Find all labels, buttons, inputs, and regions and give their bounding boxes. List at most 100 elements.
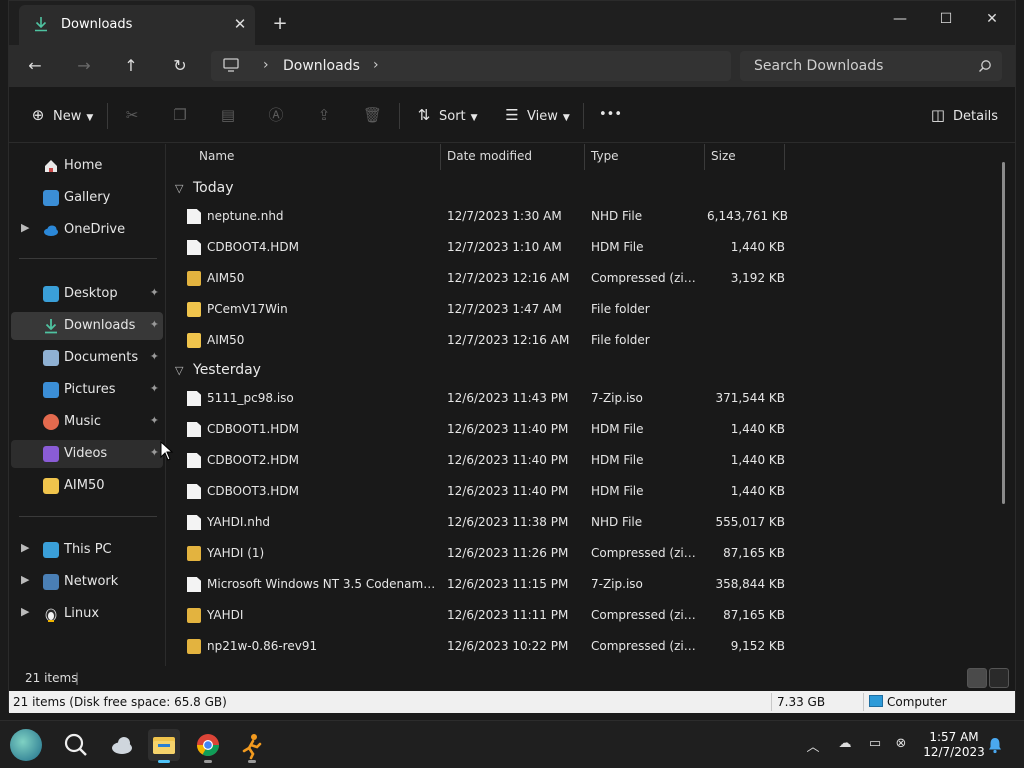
group-header-today[interactable]: ▽ Today — [175, 180, 234, 196]
file-row[interactable]: YAHDI (1) 12/6/2023 11:26 PM Compressed … — [167, 538, 787, 568]
clock-date: 12/7/2023 — [923, 745, 985, 759]
group-header-yesterday[interactable]: ▽ Yesterday — [175, 362, 261, 378]
details-view-toggle[interactable] — [967, 668, 987, 688]
more-options-button[interactable]: ••• — [599, 103, 622, 127]
nav-item-music[interactable]: Music ✦ — [11, 408, 163, 436]
file-row[interactable]: CDBOOT2.HDM 12/6/2023 11:40 PM HDM File … — [167, 445, 787, 475]
widgets-button[interactable] — [106, 729, 138, 761]
delete-button[interactable]: 🗑 — [363, 103, 387, 127]
file-explorer-taskbar-button[interactable] — [148, 729, 180, 763]
tiles-view-toggle[interactable] — [989, 668, 1009, 688]
search-button[interactable] — [60, 729, 92, 761]
nav-item-this-pc[interactable]: ▶ This PC — [11, 536, 163, 564]
nav-label: Videos — [64, 446, 108, 461]
details-pane-button[interactable]: ◫ Details — [929, 103, 998, 127]
file-row[interactable]: CDBOOT4.HDM 12/7/2023 1:10 AM HDM File 1… — [167, 232, 787, 262]
start-button-icon[interactable] — [10, 729, 42, 761]
nav-item-onedrive[interactable]: ▶ OneDrive — [11, 216, 163, 244]
up-button[interactable]: ↑ — [118, 54, 144, 78]
column-date-modified[interactable]: Date modified — [447, 149, 532, 163]
clock[interactable]: 1:57 AM 12/7/2023 — [922, 730, 986, 760]
share-button[interactable]: ⇪ — [315, 103, 339, 127]
new-button[interactable]: ⊕ New ▼ — [29, 103, 94, 127]
file-row[interactable]: CDBOOT1.HDM 12/6/2023 11:40 PM HDM File … — [167, 414, 787, 444]
cloud-icon — [43, 222, 59, 238]
running-indicator — [204, 760, 212, 763]
file-row[interactable]: neptune.nhd 12/7/2023 1:30 AM NHD File 6… — [167, 201, 788, 231]
network-icon[interactable]: ▭ — [866, 736, 884, 754]
forward-button[interactable]: → — [71, 54, 97, 78]
file-name: PCemV17Win — [207, 302, 288, 316]
divider — [19, 516, 157, 517]
column-divider[interactable] — [704, 144, 705, 170]
nav-item-linux[interactable]: ▶ Linux — [11, 600, 163, 628]
chrome-taskbar-button[interactable] — [192, 729, 224, 763]
nav-item-home[interactable]: Home — [11, 152, 163, 180]
chevron-right-icon[interactable]: ▶ — [21, 221, 29, 234]
file-date: 12/7/2023 1:47 AM — [447, 302, 562, 316]
breadcrumb-separator[interactable]: › — [263, 57, 269, 73]
file-row[interactable]: Microsoft Windows NT 3.5 Codename D... 1… — [167, 569, 787, 599]
file-row[interactable]: np21w-0.86-rev91 12/6/2023 10:22 PM Comp… — [167, 631, 787, 661]
maximize-button[interactable]: ☐ — [923, 5, 969, 33]
back-button[interactable]: ← — [22, 54, 48, 78]
column-size[interactable]: Size — [711, 149, 736, 163]
file-size: 1,440 KB — [730, 422, 785, 436]
column-divider[interactable] — [584, 144, 585, 170]
folder-icon — [153, 737, 175, 754]
nav-item-documents[interactable]: Documents ✦ — [11, 344, 163, 372]
details-label: Details — [953, 109, 999, 124]
close-window-button[interactable]: ✕ — [969, 5, 1015, 33]
chevron-right-icon[interactable]: ▶ — [21, 605, 29, 618]
pin-icon: ✦ — [149, 350, 159, 363]
tab-close-button[interactable]: ✕ — [229, 13, 251, 35]
chevron-right-icon[interactable]: ▶ — [21, 573, 29, 586]
scrollbar-thumb[interactable] — [1002, 162, 1005, 504]
search-icon — [979, 60, 991, 72]
nav-item-network[interactable]: ▶ Network — [11, 568, 163, 596]
cut-button[interactable]: ✂ — [123, 103, 147, 127]
vertical-scrollbar[interactable] — [1001, 162, 1007, 650]
nav-item-aim50[interactable]: AIM50 — [11, 472, 163, 500]
file-row[interactable]: PCemV17Win 12/7/2023 1:47 AM File folder — [167, 294, 787, 324]
view-button[interactable]: ☰ View ▼ — [503, 103, 570, 127]
address-bar[interactable]: › Downloads › — [211, 51, 731, 81]
file-type: NHD File — [591, 515, 643, 529]
file-size: 358,844 KB — [715, 577, 785, 591]
app-taskbar-button[interactable] — [236, 729, 268, 763]
chevron-up-icon[interactable]: ︿ — [804, 736, 822, 755]
onedrive-offline-icon[interactable]: ☁ — [836, 736, 854, 754]
tab-downloads[interactable]: Downloads ✕ — [19, 5, 255, 45]
notification-bell-icon[interactable] — [986, 736, 1004, 754]
rename-button[interactable]: Ⓐ — [267, 103, 291, 127]
sort-button[interactable]: ⇅ Sort ▼ — [415, 103, 478, 127]
nav-item-pictures[interactable]: Pictures ✦ — [11, 376, 163, 404]
column-divider[interactable] — [784, 144, 785, 170]
nav-item-desktop[interactable]: Desktop ✦ — [11, 280, 163, 308]
chevron-right-icon[interactable]: ▶ — [21, 541, 29, 554]
file-type: 7-Zip.iso — [591, 391, 643, 405]
file-explorer-window: Downloads ✕ + — ☐ ✕ ← → ↑ ↻ › Downloads … — [8, 0, 1016, 713]
column-name[interactable]: Name — [199, 149, 234, 163]
nav-item-videos[interactable]: Videos ✦ — [11, 440, 163, 468]
volume-muted-icon[interactable]: ⊗ — [892, 736, 910, 754]
breadcrumb-separator[interactable]: › — [373, 57, 379, 73]
new-tab-button[interactable]: + — [269, 13, 291, 35]
copy-button[interactable]: ❐ — [171, 103, 195, 127]
file-row[interactable]: YAHDI.nhd 12/6/2023 11:38 PM NHD File 55… — [167, 507, 787, 537]
minimize-button[interactable]: — — [877, 5, 923, 33]
nav-label: Home — [64, 158, 103, 173]
breadcrumb-downloads[interactable]: Downloads — [283, 58, 360, 74]
search-input[interactable]: Search Downloads — [740, 51, 1002, 81]
paste-button[interactable]: ▤ — [219, 103, 243, 127]
column-divider[interactable] — [440, 144, 441, 170]
nav-item-downloads[interactable]: Downloads ✦ — [11, 312, 163, 340]
column-type[interactable]: Type — [591, 149, 619, 163]
file-row[interactable]: AIM50 12/7/2023 12:16 AM File folder — [167, 325, 787, 355]
file-row[interactable]: AIM50 12/7/2023 12:16 AM Compressed (zip… — [167, 263, 787, 293]
file-row[interactable]: 5111_pc98.iso 12/6/2023 11:43 PM 7-Zip.i… — [167, 383, 787, 413]
refresh-button[interactable]: ↻ — [167, 54, 193, 78]
nav-item-gallery[interactable]: Gallery — [11, 184, 163, 212]
file-row[interactable]: YAHDI 12/6/2023 11:11 PM Compressed (zip… — [167, 600, 787, 630]
file-row[interactable]: CDBOOT3.HDM 12/6/2023 11:40 PM HDM File … — [167, 476, 787, 506]
